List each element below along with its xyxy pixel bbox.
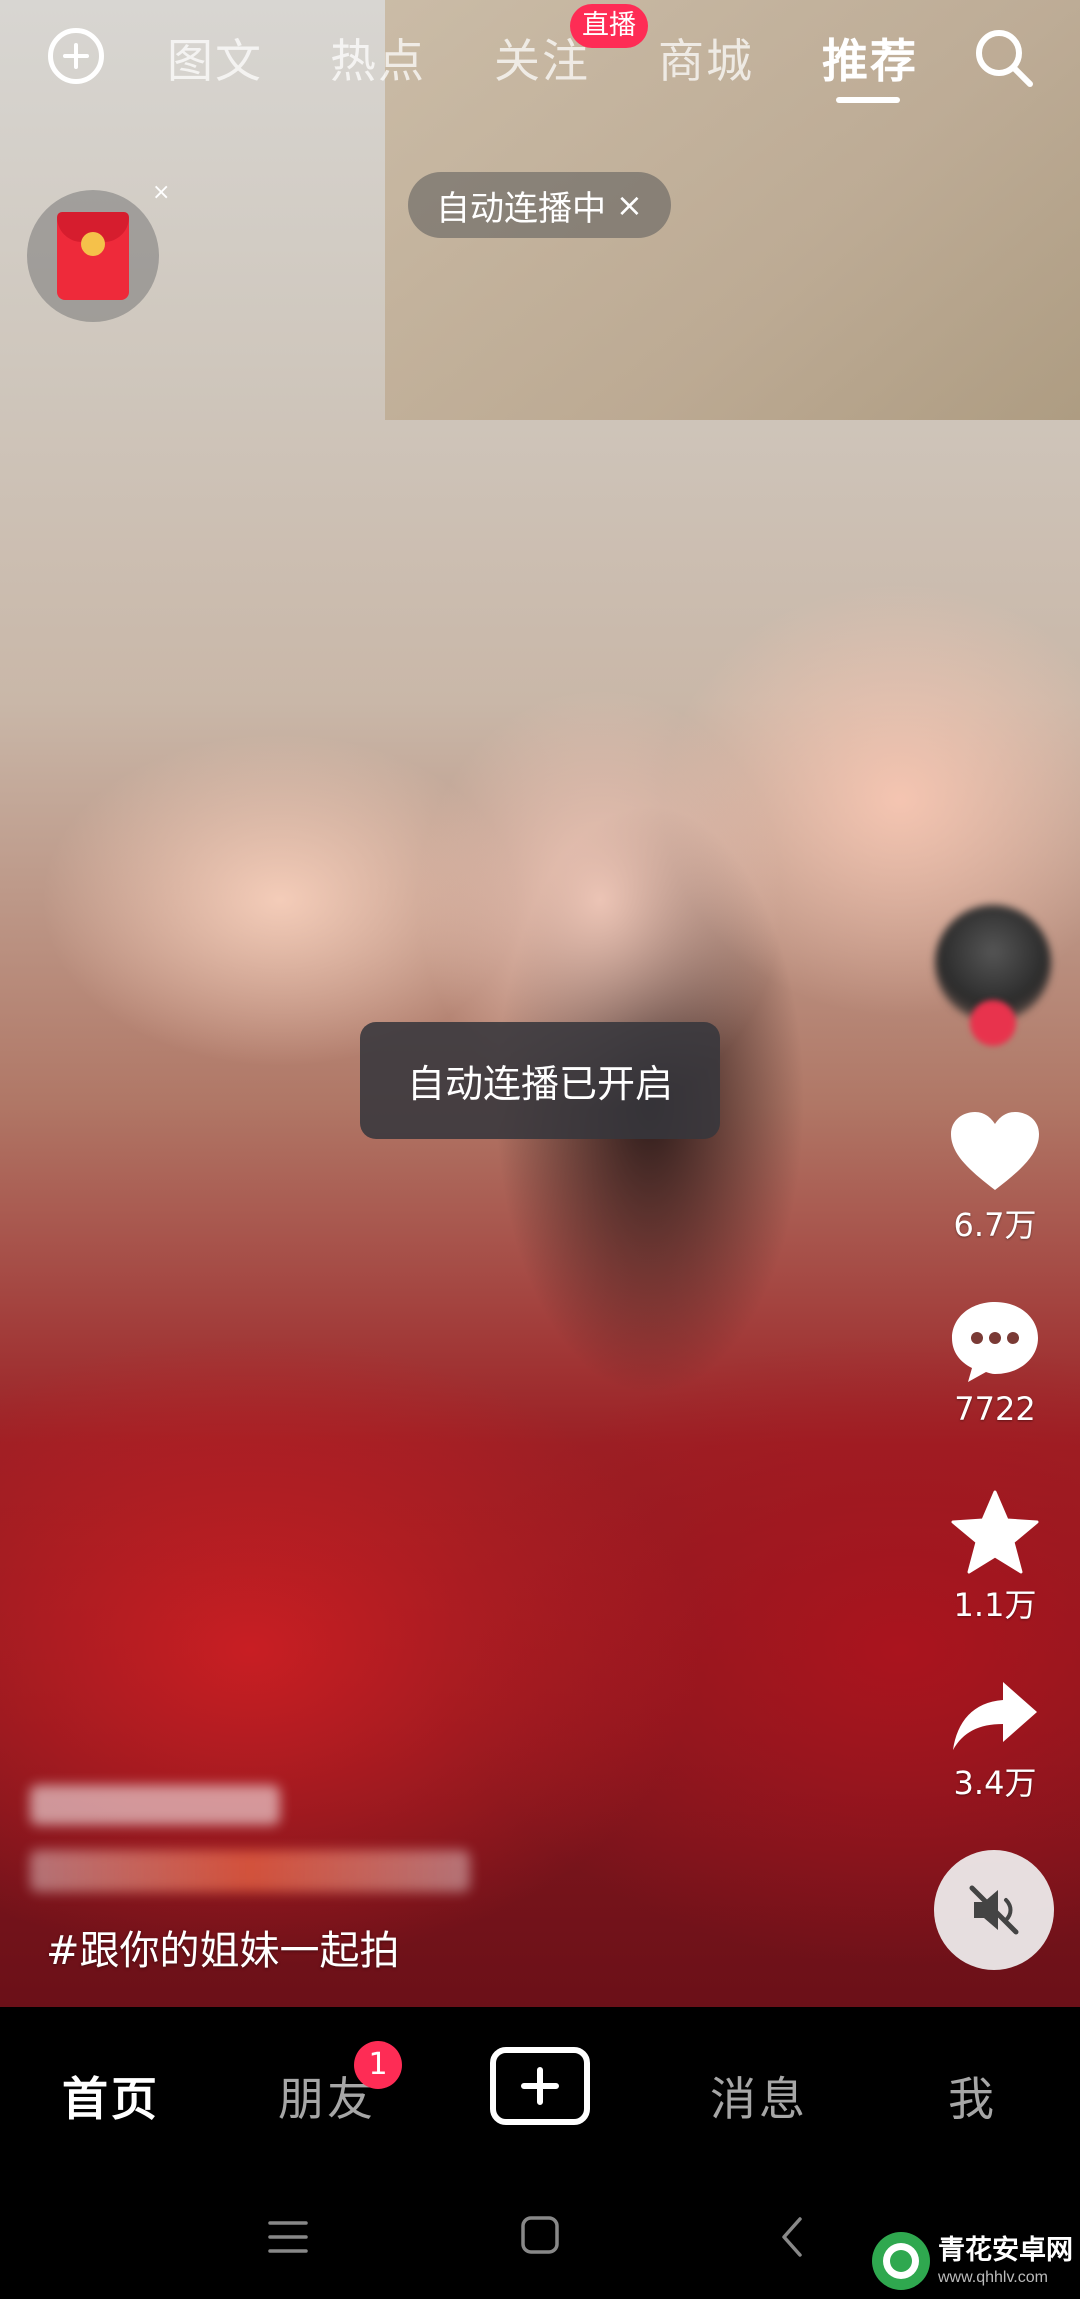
red-packet-widget[interactable] [27,190,159,322]
favorite-count: 1.1万 [953,1586,1037,1624]
author-name-blurred [30,1785,280,1825]
autoplay-toast: 自动连播已开启 [360,1022,720,1139]
speaker-muted-icon [969,1885,1019,1935]
home-square-icon[interactable] [520,2215,560,2255]
plus-square-icon [521,2067,559,2105]
favorite-button[interactable]: 1.1万 [930,1490,1060,1626]
tab-hot[interactable]: 热点 [330,25,426,91]
follow-plus-icon[interactable] [970,1000,1016,1046]
site-watermark: 青花安卓网 www.qhhlv.com [872,2230,1073,2292]
red-packet-icon [57,212,129,300]
like-count: 6.7万 [953,1206,1037,1244]
friends-badge: 1 [354,2041,402,2089]
autoplay-pill[interactable]: 自动连播中 × [408,172,671,238]
toast-text: 自动连播已开启 [406,1062,673,1106]
search-icon[interactable] [972,26,1036,90]
heart-icon [951,1112,1039,1190]
nav-messages[interactable]: 消息 [710,2063,808,2129]
back-icon[interactable] [778,2215,806,2259]
description-blurred [30,1850,470,1892]
active-tab-indicator [836,97,900,103]
menu-icon[interactable] [266,2219,310,2255]
nav-me[interactable]: 我 [948,2063,997,2129]
share-count: 3.4万 [953,1764,1037,1802]
add-circle-icon[interactable] [48,28,104,84]
hashtag-link[interactable]: #跟你的姐妹一起拍 [46,1918,400,1976]
star-icon [951,1490,1039,1574]
tab-recommend[interactable]: 推荐 [822,25,918,91]
comment-bubble-icon [952,1302,1038,1382]
watermark-url: www.qhhlv.com [938,2268,1048,2286]
video-player[interactable] [0,0,1080,2007]
watermark-title: 青花安卓网 [938,2234,1073,2265]
nav-home[interactable]: 首页 [62,2063,160,2129]
mute-button[interactable] [934,1850,1054,1970]
tab-mall[interactable]: 商城 [658,25,754,91]
publish-button[interactable] [490,2047,590,2125]
share-arrow-icon [953,1682,1037,1750]
like-button[interactable]: 6.7万 [930,1110,1060,1246]
comment-button[interactable]: 7722 [930,1300,1060,1428]
top-nav: 图文 热点 关注 直播 商城 推荐 [0,0,1080,120]
autoplay-label: 自动连播中 [436,188,606,229]
live-badge: 直播 [570,4,648,48]
red-packet-close-icon[interactable]: × [152,180,170,205]
watermark-logo-icon [872,2232,930,2290]
share-button[interactable]: 3.4万 [930,1680,1060,1804]
autoplay-close-icon[interactable]: × [616,186,643,224]
comment-count: 7722 [954,1390,1036,1428]
bottom-nav: 首页 朋友 1 消息 我 [0,2007,1080,2169]
tab-graphic-text[interactable]: 图文 [167,25,263,91]
